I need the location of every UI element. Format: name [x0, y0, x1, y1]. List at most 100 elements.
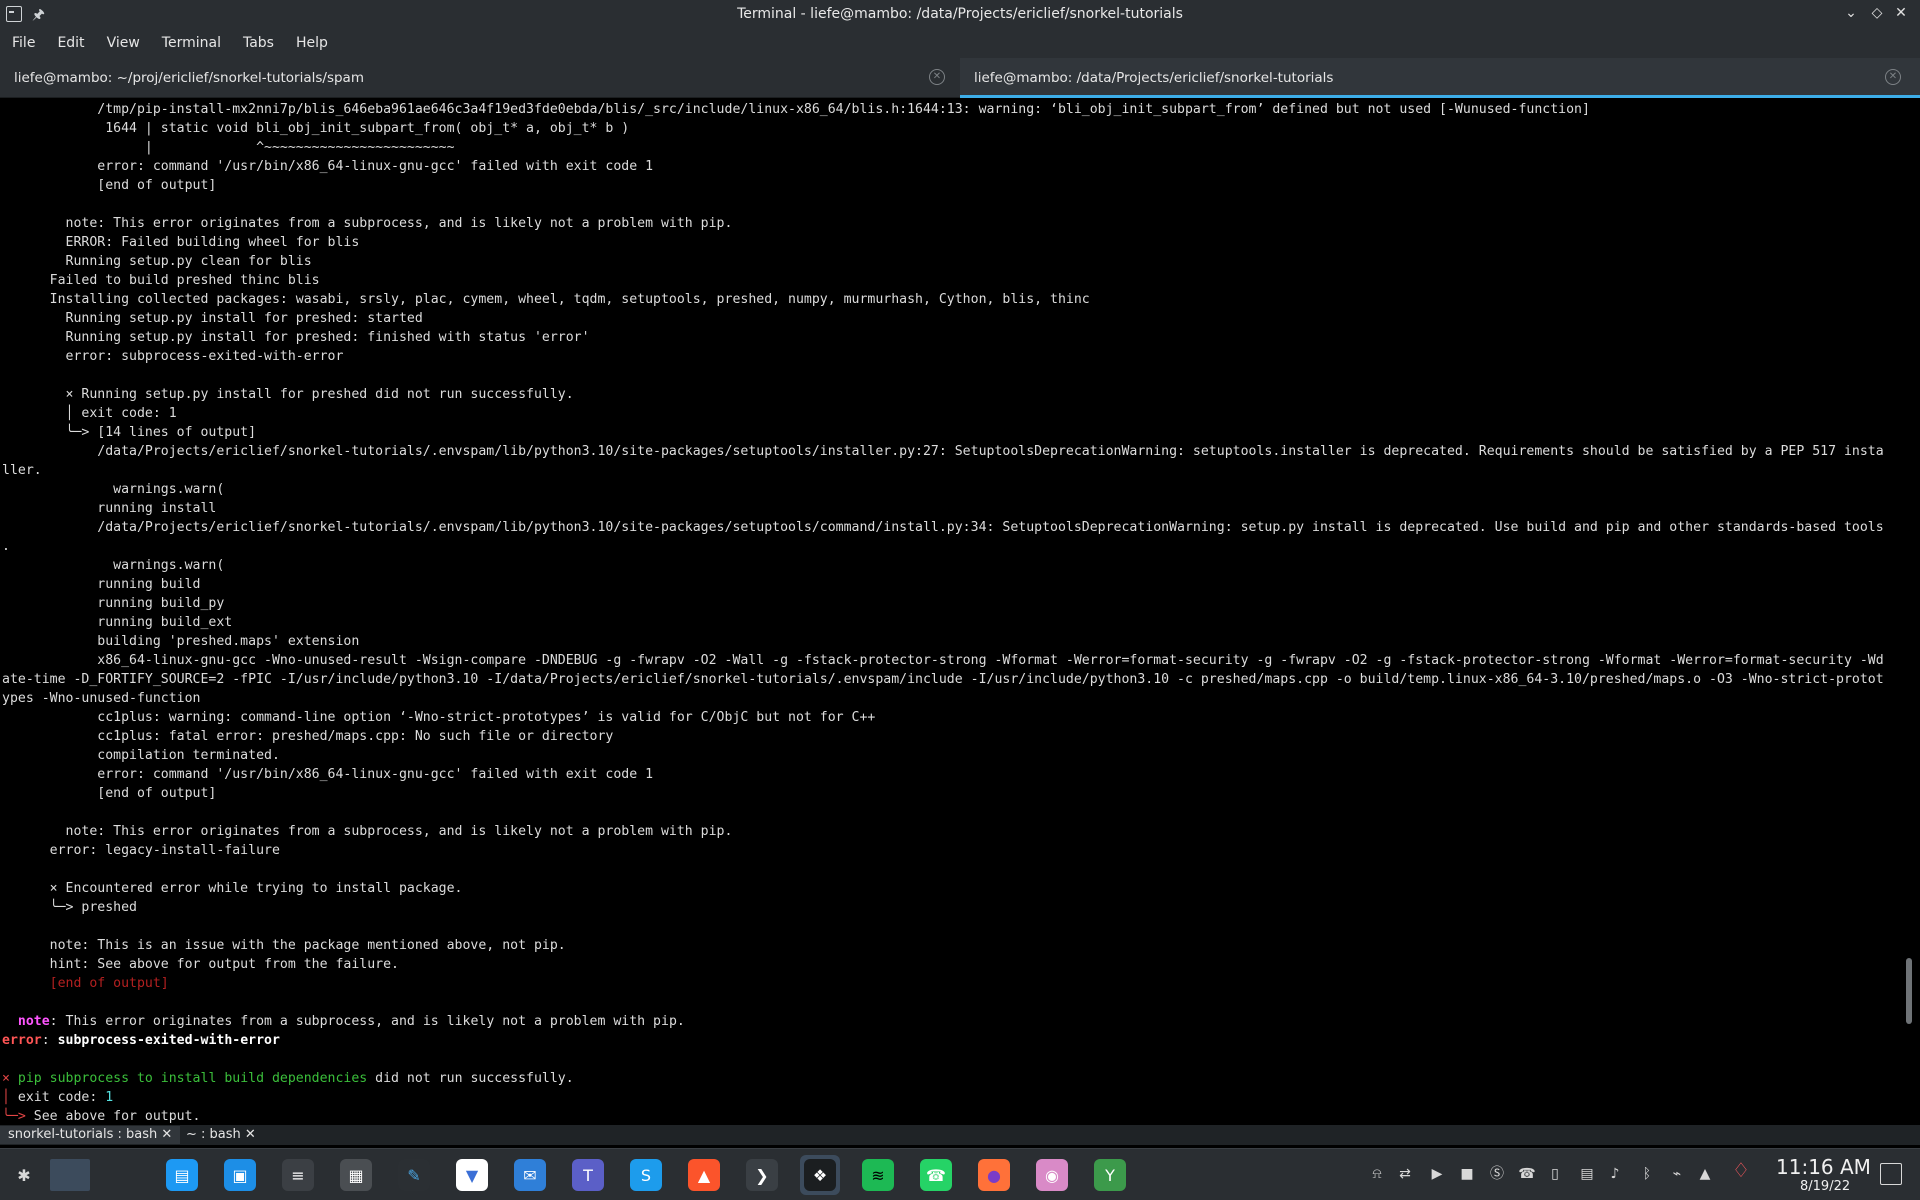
clock-date[interactable]: 8/19/22	[1800, 1179, 1850, 1194]
terminal-text: /tmp/pip-install-mx2nni7p/blis_646eba961…	[2, 102, 1590, 117]
terminal-line: Running setup.py install for preshed: st…	[2, 309, 423, 328]
terminal-line: [end of output]	[2, 784, 216, 803]
terminal-line: running build_py	[2, 594, 224, 613]
terminal-text: Failed to build preshed thinc blis	[2, 273, 320, 288]
application-launcher-icon[interactable]: ✱	[4, 1155, 44, 1195]
message-icon[interactable]: ▤	[1578, 1165, 1596, 1183]
terminal-line: running build_ext	[2, 613, 232, 632]
terminal-text: did not run successfully.	[367, 1071, 574, 1086]
menu-file[interactable]: File	[12, 35, 35, 51]
vscode-icon[interactable]: ▼	[452, 1155, 492, 1195]
minimize-icon[interactable]: ⌄	[1842, 4, 1860, 22]
skype-tray-icon[interactable]: Ⓢ	[1488, 1165, 1506, 1183]
settings-sliders-icon[interactable]: ≡	[278, 1155, 318, 1195]
brave-browser-icon-glyph: ▲	[688, 1159, 720, 1191]
whatsapp-icon[interactable]: ☎	[916, 1155, 956, 1195]
teams-tray-icon[interactable]: ■	[1458, 1165, 1476, 1183]
terminal-scrollbar[interactable]	[1900, 98, 1912, 1128]
text-editor-icon[interactable]: ✎	[394, 1155, 434, 1195]
menu-tabs[interactable]: Tabs	[243, 35, 274, 51]
terminal-line: error: command '/usr/bin/x86_64-linux-gn…	[2, 765, 653, 784]
terminal-icon-glyph: ❖	[804, 1159, 836, 1191]
terminal-text: Running setup.py install for preshed: st…	[2, 311, 423, 326]
close-session-icon[interactable]: ✕	[161, 1127, 172, 1142]
file-manager-icon[interactable]: ▤	[162, 1155, 202, 1195]
yakuake-icon[interactable]: Y	[1090, 1155, 1130, 1195]
firefox-icon[interactable]: ●	[974, 1155, 1014, 1195]
notifications-bell-icon[interactable]: ⍾	[1368, 1165, 1386, 1183]
terminal-text: running build	[2, 577, 201, 592]
terminal-text: .	[2, 539, 10, 554]
terminal-text: running install	[2, 501, 217, 516]
terminal-output[interactable]: /tmp/pip-install-mx2nni7p/blis_646eba961…	[0, 98, 1900, 1128]
whatsapp-tray-icon[interactable]: ☎	[1518, 1165, 1536, 1183]
show-desktop-button[interactable]	[1880, 1163, 1902, 1185]
terminal-line: ypes -Wno-unused-function	[2, 689, 201, 708]
chat-bubble-icon[interactable]: ◉	[1032, 1155, 1072, 1195]
terminal-text: exit code:	[17, 1090, 106, 1105]
network-wifi-icon[interactable]: ⌁	[1668, 1165, 1686, 1183]
terminal-line: error: legacy-install-failure	[2, 841, 280, 860]
terminal-line: /data/Projects/ericlief/snorkel-tutorial…	[2, 518, 1884, 537]
close-tab-icon[interactable]: ✕	[929, 69, 945, 85]
session-tab-snorkel[interactable]: snorkel-tutorials : bash ✕	[0, 1126, 181, 1144]
terminal-text: Running setup.py clean for blis	[2, 254, 312, 269]
terminal-line: error: command '/usr/bin/x86_64-linux-gn…	[2, 157, 653, 176]
bluetooth-icon[interactable]: ᛒ	[1638, 1165, 1656, 1183]
mail-client-icon[interactable]: ✉	[510, 1155, 550, 1195]
brave-browser-icon[interactable]: ▲	[684, 1155, 724, 1195]
close-tab-icon[interactable]: ✕	[1885, 69, 1901, 85]
tab-spam[interactable]: liefe@mambo: ~/proj/ericlief/snorkel-tut…	[0, 58, 958, 98]
terminal-text: subprocess-exited-with-error	[57, 1033, 280, 1048]
spotify-icon[interactable]: ≋	[858, 1155, 898, 1195]
clock-time[interactable]: 11:16 AM	[1776, 1155, 1871, 1179]
terminal-text: Running setup.py install for preshed: fi…	[2, 330, 590, 345]
terminal-text: note: This is an issue with the package …	[2, 938, 566, 953]
firefox-icon-glyph: ●	[978, 1159, 1010, 1191]
terminal-text: [end of output]	[2, 976, 169, 991]
spotify-icon-glyph: ≋	[862, 1159, 894, 1191]
menu-terminal[interactable]: Terminal	[162, 35, 221, 51]
settings-sliders-icon-glyph: ≡	[282, 1159, 314, 1191]
terminal-line: warnings.warn(	[2, 480, 224, 499]
skype-icon[interactable]: S	[626, 1155, 666, 1195]
terminal-text: 1644 | static void bli_obj_init_subpart_…	[2, 121, 630, 136]
media-player-icon[interactable]: ▶	[1428, 1165, 1446, 1183]
terminal-icon[interactable]: ❖	[800, 1155, 840, 1195]
calculator-icon[interactable]: ▦	[336, 1155, 376, 1195]
clipboard-sync-icon[interactable]: ⇄	[1396, 1165, 1414, 1183]
terminal-line: Installing collected packages: wasabi, s…	[2, 290, 1090, 309]
terminal-text: ╰─>	[2, 1109, 26, 1124]
close-session-icon[interactable]: ✕	[245, 1127, 256, 1142]
volume-icon[interactable]: ♪	[1606, 1165, 1624, 1183]
close-icon[interactable]: ✕	[1892, 4, 1910, 22]
terminal-line: ╰─> [14 lines of output]	[2, 423, 257, 442]
maximize-icon[interactable]: ◇	[1868, 4, 1886, 22]
terminal-text: : This error originates from a subproces…	[49, 1014, 685, 1029]
clipboard-icon[interactable]: ▯	[1546, 1165, 1564, 1183]
terminal-text: /data/Projects/ericlief/snorkel-tutorial…	[2, 520, 1884, 535]
terminal-line: 1644 | static void bli_obj_init_subpart_…	[2, 119, 629, 138]
app-store-icon[interactable]: ▣	[220, 1155, 260, 1195]
terminal-text: error: command '/usr/bin/x86_64-linux-gn…	[2, 767, 654, 782]
terminal-line: /tmp/pip-install-mx2nni7p/blis_646eba961…	[2, 100, 1590, 119]
menu-edit[interactable]: Edit	[57, 35, 84, 51]
terminal-text: × Running setup.py install for preshed d…	[2, 387, 574, 402]
tab-snorkel-tutorials[interactable]: liefe@mambo: /data/Projects/ericlief/sno…	[960, 58, 1920, 98]
application-launcher-icon-glyph: ✱	[17, 1165, 31, 1185]
session-tab-home[interactable]: ~ : bash ✕	[178, 1126, 264, 1144]
scrollbar-thumb[interactable]	[1906, 958, 1912, 1024]
teams-icon[interactable]: T	[568, 1155, 608, 1195]
menu-view[interactable]: View	[107, 35, 140, 51]
code-terminal-icon[interactable]: ❯	[742, 1155, 782, 1195]
menu-help[interactable]: Help	[296, 35, 328, 51]
terminal-text: running build_ext	[2, 615, 233, 630]
code-terminal-icon-glyph: ❯	[746, 1159, 778, 1191]
workspace-pager-icon[interactable]	[50, 1155, 90, 1195]
skype-icon-glyph: S	[630, 1159, 662, 1191]
mail-client-icon-glyph: ✉	[514, 1159, 546, 1191]
file-manager-icon-glyph: ▤	[166, 1159, 198, 1191]
airbnb-icon[interactable]: ♢	[1732, 1160, 1750, 1180]
terminal-text: compilation terminated.	[2, 748, 280, 763]
expand-tray-icon[interactable]: ▲	[1696, 1165, 1714, 1183]
